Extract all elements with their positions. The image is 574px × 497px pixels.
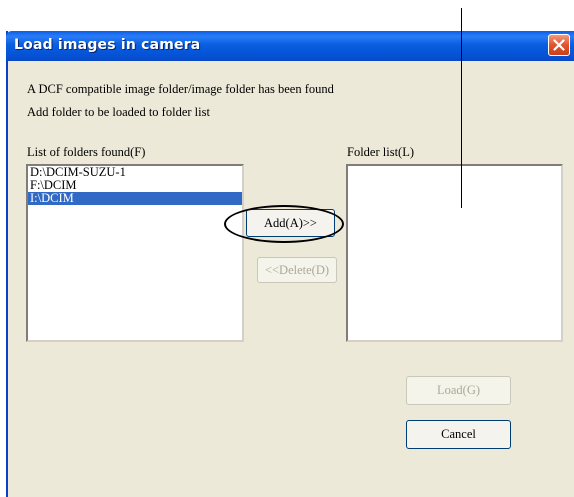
load-button[interactable]: Load(G): [406, 376, 511, 405]
folder-list-listbox[interactable]: [346, 164, 563, 342]
title-bar[interactable]: Load images in camera: [6, 31, 574, 61]
cancel-button[interactable]: Cancel: [406, 420, 511, 449]
close-icon: [553, 39, 565, 51]
found-folders-label: List of folders found(F): [27, 145, 146, 159]
message-add-instruction: Add folder to be loaded to folder list: [27, 105, 210, 119]
message-found: A DCF compatible image folder/image fold…: [27, 82, 334, 96]
list-item-i-dcim[interactable]: I:\DCIM: [28, 192, 242, 205]
add-button[interactable]: Add(A)>>: [246, 209, 335, 237]
found-folders-listbox[interactable]: D:\DCIM-SUZU-1 F:\DCIM I:\DCIM: [26, 164, 244, 342]
delete-button[interactable]: <<Delete(D): [257, 257, 337, 283]
callout-pointer-line: [461, 8, 462, 208]
window-title: Load images in camera: [14, 37, 201, 53]
folder-list-label: Folder list(L): [347, 145, 415, 159]
load-images-dialog: Load images in camera A DCF compatible i…: [6, 31, 574, 497]
screenshot-page: Load images in camera A DCF compatible i…: [0, 0, 574, 497]
close-button[interactable]: [548, 34, 570, 56]
